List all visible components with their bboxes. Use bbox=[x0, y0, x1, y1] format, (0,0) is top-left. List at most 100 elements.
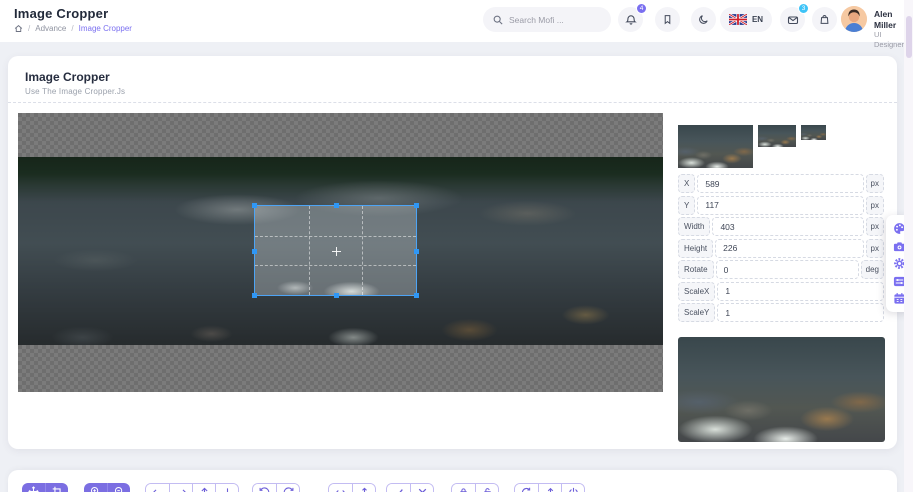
messages-button[interactable]: 3 bbox=[780, 7, 805, 32]
utility-group bbox=[514, 483, 585, 492]
card-divider bbox=[8, 102, 897, 103]
field-suffix-px: px bbox=[866, 239, 884, 258]
field-suffix-deg: deg bbox=[861, 260, 884, 279]
crop-handle-w[interactable] bbox=[252, 249, 257, 254]
field-suffix-px: px bbox=[866, 217, 884, 236]
page-title: Image Cropper bbox=[14, 6, 108, 21]
move-button[interactable] bbox=[22, 483, 45, 492]
mail-icon bbox=[787, 14, 799, 26]
field-row-rotate: Rotate 0 deg bbox=[678, 260, 884, 279]
height-input[interactable]: 226 bbox=[715, 239, 863, 258]
lock-button[interactable] bbox=[452, 484, 475, 492]
dark-mode-button[interactable] bbox=[691, 7, 716, 32]
crop-handle-s[interactable] bbox=[334, 293, 339, 298]
notification-badge: 4 bbox=[636, 3, 647, 14]
field-label-scalex: ScaleX bbox=[678, 282, 715, 301]
flip-horizontal-button[interactable] bbox=[329, 484, 352, 492]
field-label-scaley: ScaleY bbox=[678, 303, 715, 322]
crop-handle-n[interactable] bbox=[334, 203, 339, 208]
width-input[interactable]: 403 bbox=[712, 217, 863, 236]
field-label-rotate: Rotate bbox=[678, 260, 714, 279]
cropper-canvas[interactable] bbox=[18, 113, 663, 392]
crop-handle-se[interactable] bbox=[414, 293, 419, 298]
crop-button[interactable] bbox=[45, 483, 68, 492]
unlock-button[interactable] bbox=[475, 484, 498, 492]
field-label-height: Height bbox=[678, 239, 713, 258]
crop-grid-line bbox=[309, 206, 310, 295]
preview-thumbnail-large bbox=[678, 125, 753, 168]
field-suffix-px: px bbox=[866, 174, 884, 193]
page-scrollbar-track[interactable] bbox=[904, 0, 913, 492]
upload-button[interactable] bbox=[538, 484, 561, 492]
cropper-toolbar bbox=[22, 483, 585, 492]
refresh-button[interactable] bbox=[515, 484, 538, 492]
arrow-right-button[interactable] bbox=[169, 484, 192, 492]
search-icon bbox=[493, 15, 503, 25]
arrow-down-button[interactable] bbox=[215, 484, 238, 492]
home-icon[interactable] bbox=[14, 24, 23, 33]
bookmarks-button[interactable] bbox=[655, 7, 680, 32]
toolbar-card bbox=[8, 470, 897, 492]
field-row-scaley: ScaleY 1 bbox=[678, 303, 884, 322]
user-avatar[interactable] bbox=[841, 6, 867, 32]
crop-handle-e[interactable] bbox=[414, 249, 419, 254]
breadcrumb-separator: / bbox=[71, 24, 73, 33]
top-header: Image Cropper / Advance / Image Cropper … bbox=[0, 0, 913, 42]
cropped-result-preview bbox=[678, 337, 885, 442]
breadcrumb-item-image-cropper[interactable]: Image Cropper bbox=[79, 24, 132, 33]
field-suffix-px: px bbox=[866, 196, 884, 215]
flip-group bbox=[328, 483, 376, 492]
power-button[interactable] bbox=[561, 484, 584, 492]
search-placeholder: Search Mofi ... bbox=[509, 15, 564, 25]
rotate-right-button[interactable] bbox=[276, 484, 299, 492]
field-row-width: Width 403 px bbox=[678, 217, 884, 236]
rotate-group bbox=[252, 483, 300, 492]
lock-group bbox=[451, 483, 499, 492]
x-input[interactable]: 589 bbox=[697, 174, 863, 193]
field-row-height: Height 226 px bbox=[678, 239, 884, 258]
cross-button[interactable] bbox=[410, 484, 433, 492]
page: Image Cropper / Advance / Image Cropper … bbox=[0, 0, 913, 492]
breadcrumb: / Advance / Image Cropper bbox=[14, 24, 132, 33]
card-subtitle: Use The Image Cropper.Js bbox=[25, 87, 125, 96]
image-cropper-card: Image Cropper Use The Image Cropper.Js bbox=[8, 56, 897, 449]
move-direction-group bbox=[145, 483, 239, 492]
crop-handle-ne[interactable] bbox=[414, 203, 419, 208]
breadcrumb-separator: / bbox=[28, 24, 30, 33]
zoom-group bbox=[84, 483, 130, 492]
field-label-y: Y bbox=[678, 196, 695, 215]
crop-grid-line bbox=[362, 206, 363, 295]
scaley-input[interactable]: 1 bbox=[717, 303, 884, 322]
preview-thumbnail-small bbox=[801, 125, 826, 140]
language-selector[interactable]: EN bbox=[720, 7, 772, 32]
crop-box[interactable] bbox=[254, 205, 417, 296]
y-input[interactable]: 117 bbox=[697, 196, 863, 215]
arrow-up-button[interactable] bbox=[192, 484, 215, 492]
shopping-bag-icon bbox=[819, 14, 830, 25]
rotate-left-button[interactable] bbox=[253, 484, 276, 492]
bell-icon bbox=[625, 14, 637, 26]
language-label: EN bbox=[752, 15, 763, 24]
flip-vertical-button[interactable] bbox=[352, 484, 375, 492]
preview-thumbnails bbox=[678, 125, 826, 168]
field-row-scalex: ScaleX 1 bbox=[678, 282, 884, 301]
crop-center-crosshair bbox=[332, 247, 341, 256]
breadcrumb-item-advance[interactable]: Advance bbox=[35, 24, 66, 33]
confirm-group bbox=[386, 483, 434, 492]
zoom-out-button[interactable] bbox=[107, 483, 130, 492]
crop-grid-line bbox=[255, 265, 416, 266]
rotate-input[interactable]: 0 bbox=[716, 260, 859, 279]
moon-icon bbox=[698, 14, 709, 25]
crop-handle-sw[interactable] bbox=[252, 293, 257, 298]
check-button[interactable] bbox=[387, 484, 410, 492]
crop-handle-nw[interactable] bbox=[252, 203, 257, 208]
zoom-in-button[interactable] bbox=[84, 483, 107, 492]
cart-button[interactable] bbox=[812, 7, 837, 32]
page-scrollbar-thumb[interactable] bbox=[906, 16, 912, 58]
crop-grid-line bbox=[255, 236, 416, 237]
notifications-button[interactable]: 4 bbox=[618, 7, 643, 32]
scalex-input[interactable]: 1 bbox=[717, 282, 884, 301]
arrow-left-button[interactable] bbox=[146, 484, 169, 492]
message-badge: 3 bbox=[798, 3, 809, 14]
search-input[interactable]: Search Mofi ... bbox=[483, 7, 611, 32]
